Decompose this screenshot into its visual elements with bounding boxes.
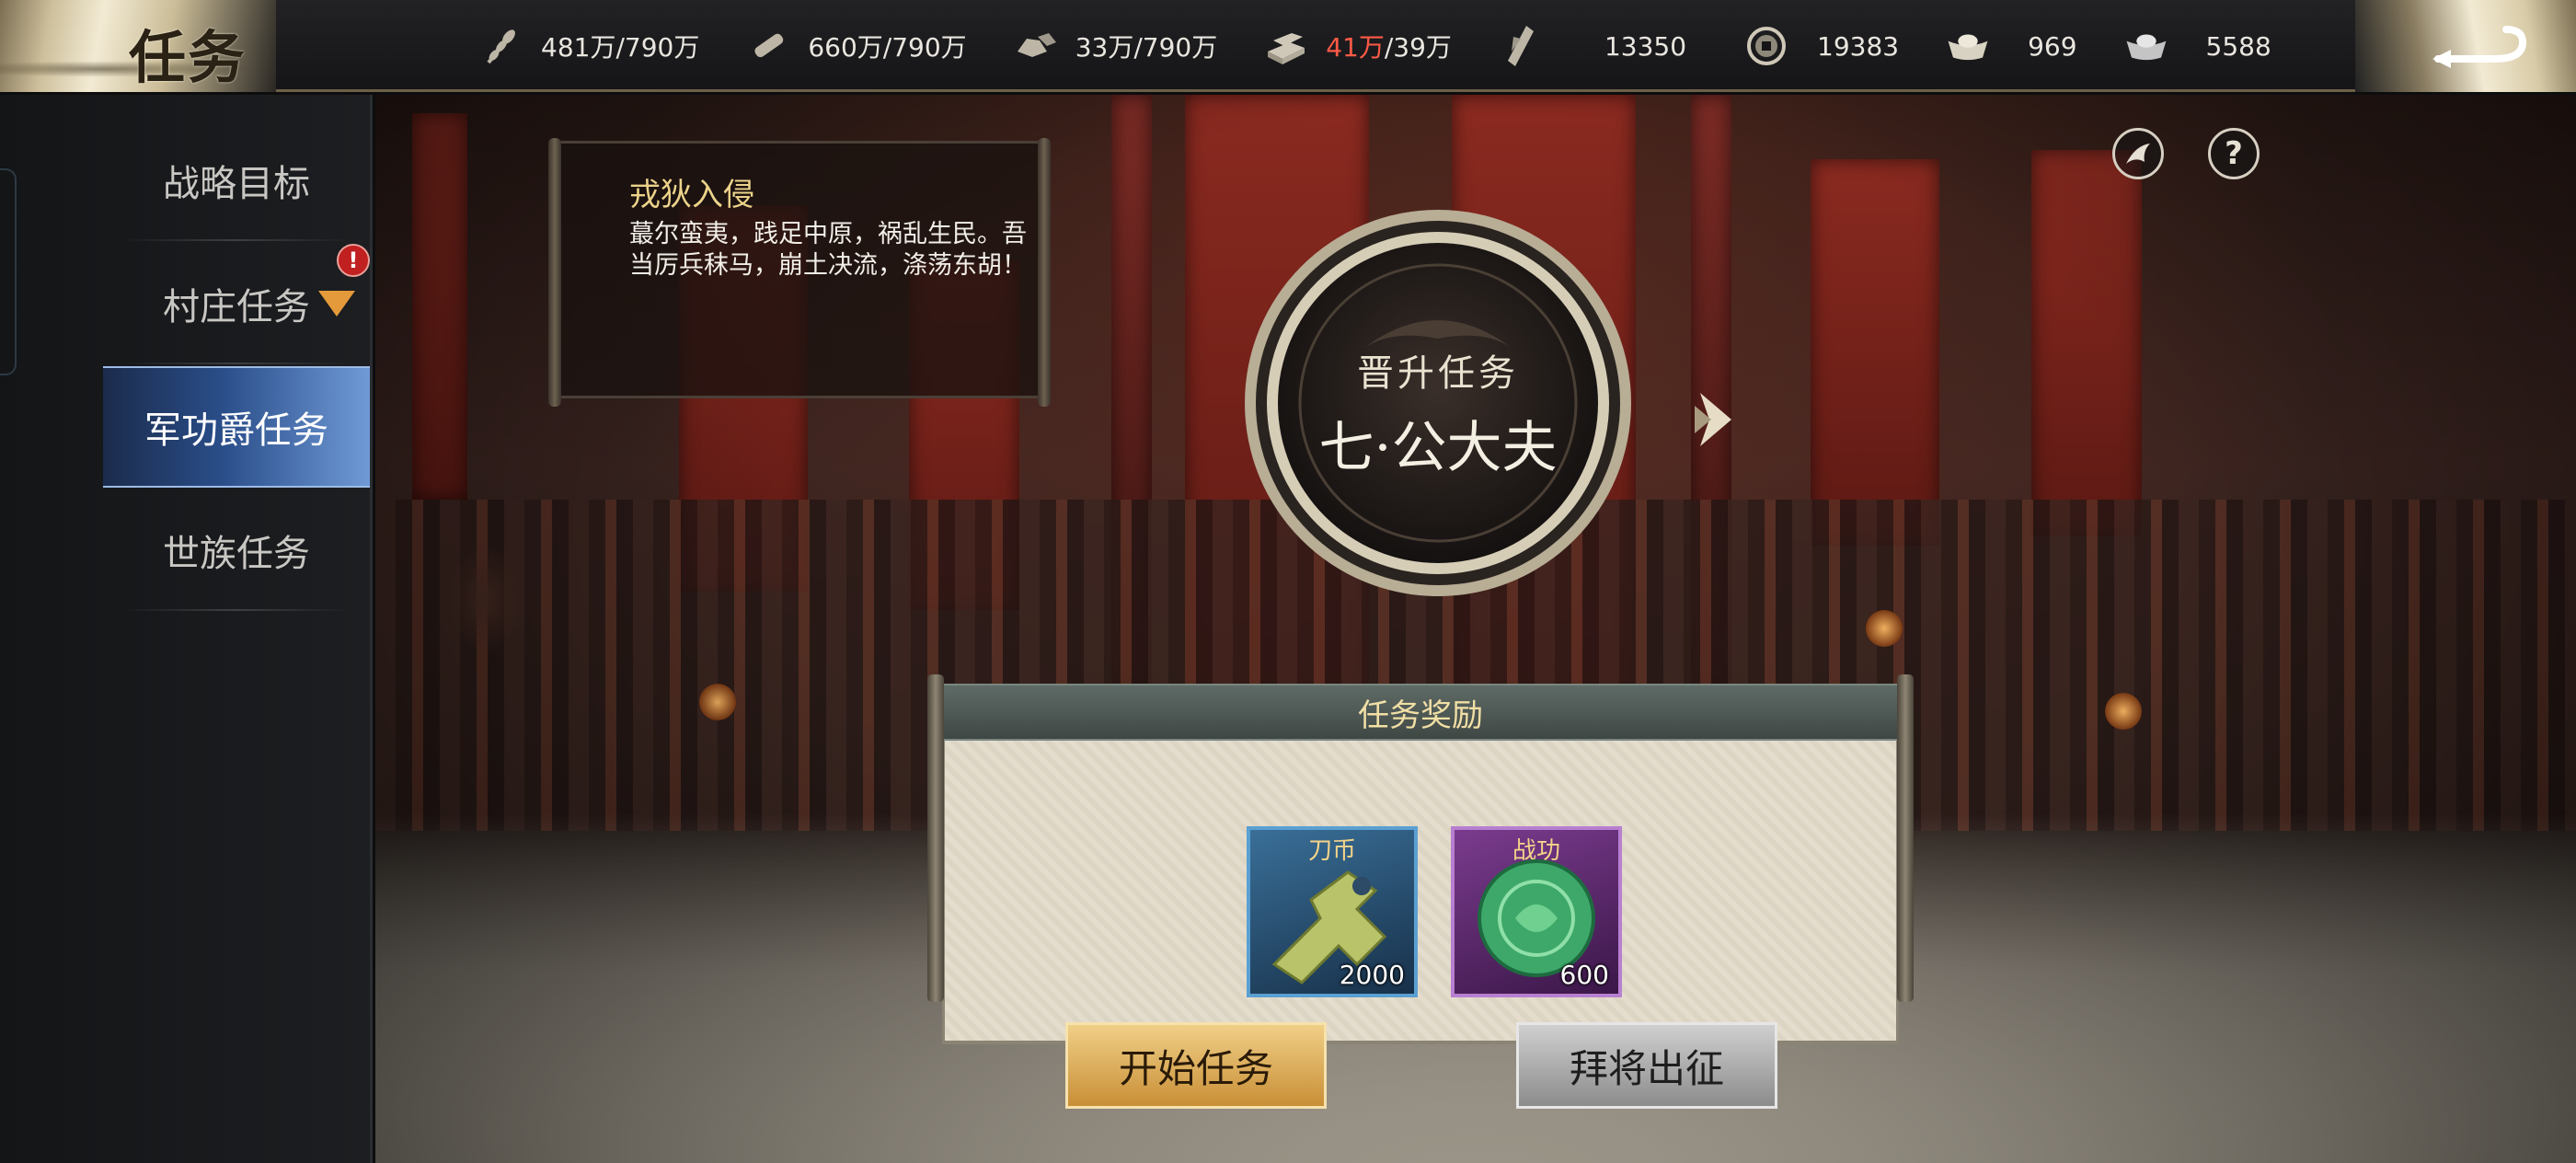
sidebar-item-label: 军功爵任务: [144, 409, 328, 452]
resource-stone[interactable]: 33万/790万: [1013, 23, 1218, 69]
resource-bar: 481万/790万 660万/790万 33万/790万 41万/39万 133…: [478, 0, 2317, 92]
sidebar-item-clan-tasks[interactable]: 世族任务: [103, 489, 370, 611]
resource-order[interactable]: 13350: [1498, 23, 1686, 69]
sidebar-edge-tab[interactable]: [0, 168, 17, 375]
sidebar-item-label: 村庄任务: [163, 286, 310, 328]
dispatch-general-button[interactable]: 拜将出征: [1516, 1022, 1777, 1109]
resource-copper[interactable]: 19383: [1743, 23, 1899, 69]
quest-title: 戎狄入侵: [629, 177, 754, 213]
reward-header: 任务奖励: [931, 684, 1910, 741]
resource-cap: /790万: [615, 32, 700, 63]
scroll-rod: [927, 674, 944, 1002]
resource-amount: 13350: [1604, 30, 1687, 62]
wood-icon: [745, 23, 791, 69]
next-rank-arrow-icon[interactable]: [1693, 387, 1739, 452]
quest-description: 蕞尔蛮夷，践足中原，祸乱生民。吾当厉兵秣马，崩土决流，涤荡东胡！: [629, 220, 1027, 280]
page-title: 任务: [129, 24, 247, 91]
resource-cap: /790万: [1133, 32, 1218, 63]
reward-body: 刀币 2000 战功 600: [942, 741, 1899, 1044]
resource-amount: 5588: [2205, 30, 2271, 62]
resource-amount: 481万: [541, 32, 616, 63]
start-task-button[interactable]: 开始任务: [1065, 1022, 1327, 1109]
alert-badge: !: [337, 244, 370, 277]
resource-amount: 660万: [808, 32, 883, 63]
top-bar: 任务 481万/790万 660万/790万 33万/790万 41万/39万: [0, 0, 2576, 92]
reward-item[interactable]: 战功 600: [1451, 826, 1622, 997]
sidebar-item-strategic-goals[interactable]: 战略目标: [103, 120, 370, 241]
sidebar-item-military-rank-tasks[interactable]: 军功爵任务: [103, 366, 370, 488]
scroll-rod: [1897, 674, 1914, 1002]
medallion-rank: 七·公大夫: [1318, 416, 1558, 480]
grain-icon: [478, 23, 524, 69]
resource-wood[interactable]: 660万/790万: [745, 23, 967, 69]
iron-icon: [1263, 23, 1309, 69]
silver-ingot-icon: [2123, 23, 2169, 69]
expand-triangle-icon[interactable]: [318, 291, 355, 317]
resource-silver[interactable]: 5588: [2123, 23, 2271, 69]
resource-amount: 19383: [1817, 30, 1900, 62]
medallion-title: 晋升任务: [1357, 352, 1519, 395]
reward-item[interactable]: 刀币 2000: [1247, 826, 1418, 997]
rank-emblem-icon[interactable]: [2112, 128, 2164, 179]
reward-item-count: 2000: [1339, 960, 1405, 990]
resource-iron[interactable]: 41万/39万: [1263, 23, 1452, 69]
gold-ingot-icon: [1945, 23, 1991, 69]
return-arrow-icon[interactable]: [2431, 22, 2532, 68]
resource-cap: /39万: [1384, 32, 1452, 63]
sidebar-item-label: 战略目标: [163, 163, 310, 205]
resource-gold[interactable]: 969: [1945, 23, 2077, 69]
reward-item-count: 600: [1559, 960, 1609, 990]
stone-icon: [1013, 23, 1059, 69]
rank-medallion: 晋升任务 七·公大夫: [1208, 182, 1668, 642]
resource-grain[interactable]: 481万/790万: [478, 23, 699, 69]
help-button[interactable]: ?: [2208, 128, 2260, 179]
quest-scroll: 戎狄入侵 蕞尔蛮夷，践足中原，祸乱生民。吾当厉兵秣马，崩土决流，涤荡东胡！: [548, 138, 1051, 407]
order-icon: [1498, 23, 1544, 69]
quest-scene: 戎狄入侵 蕞尔蛮夷，践足中原，祸乱生民。吾当厉兵秣马，崩土决流，涤荡东胡！ ? …: [375, 95, 2576, 1163]
resource-amount: 33万: [1075, 32, 1134, 63]
copper-coin-icon: [1743, 23, 1789, 69]
resource-amount: 41万: [1326, 32, 1385, 63]
resource-cap: /790万: [882, 32, 967, 63]
resource-amount: 969: [2028, 30, 2077, 62]
sidebar-item-label: 世族任务: [163, 533, 310, 575]
